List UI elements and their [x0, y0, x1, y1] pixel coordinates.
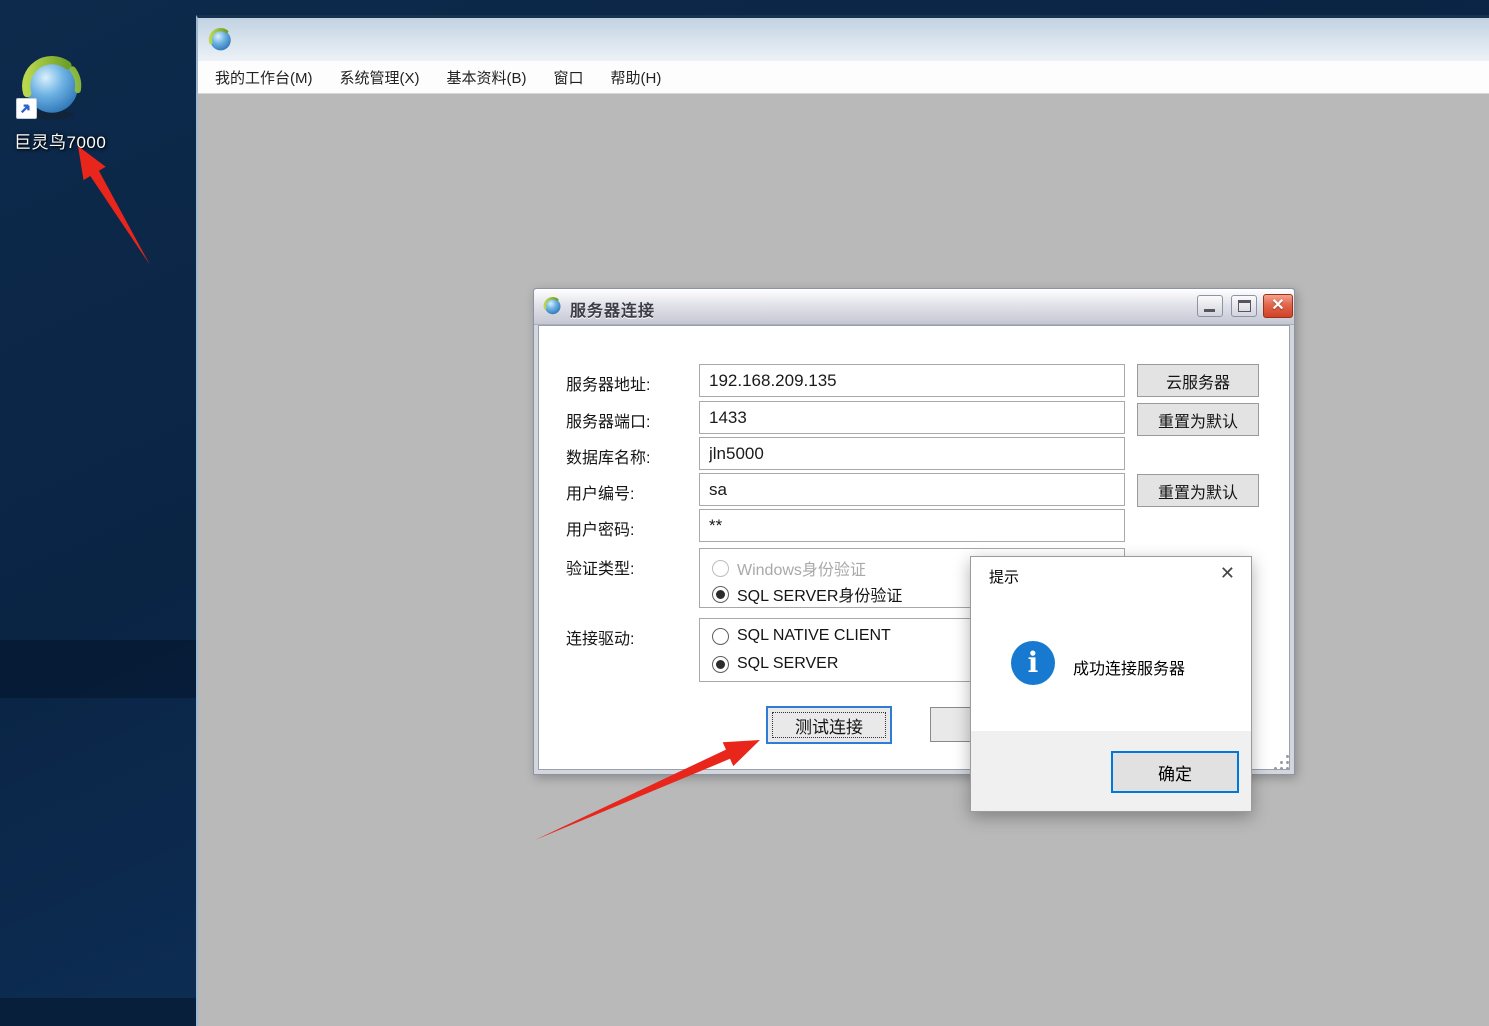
server-port-input[interactable]: [699, 401, 1125, 434]
auth-type-label: 验证类型:: [566, 555, 634, 579]
close-button[interactable]: ✕: [1263, 294, 1293, 318]
driver-label: 连接驱动:: [566, 625, 634, 649]
reset-default-button-top[interactable]: 重置为默认: [1137, 403, 1259, 436]
wallpaper-shade-band: [0, 640, 196, 698]
radio-windows-auth-label: Windows身份验证: [737, 556, 866, 580]
radio-selected-icon: [712, 586, 729, 603]
user-password-input[interactable]: [699, 509, 1125, 542]
desktop-icon-julingniao7000[interactable]: 巨灵鸟7000: [14, 56, 130, 153]
user-id-label: 用户编号:: [566, 480, 634, 504]
radio-circle-icon: [712, 560, 729, 577]
menu-item-my-workbench[interactable]: 我的工作台(M): [215, 67, 313, 88]
test-connection-button[interactable]: 测试连接: [766, 706, 892, 744]
close-icon: ✕: [1271, 297, 1284, 314]
dialog-logo-icon: [543, 297, 563, 317]
dialog-titlebar[interactable]: 服务器连接 ✕: [534, 289, 1294, 325]
maximize-button[interactable]: [1231, 295, 1257, 317]
minimize-button[interactable]: [1197, 295, 1223, 317]
app-menubar: 我的工作台(M) 系统管理(X) 基本资料(B) 窗口 帮助(H): [198, 61, 1489, 94]
menu-item-system-management[interactable]: 系统管理(X): [340, 67, 420, 88]
maximize-icon: [1238, 300, 1251, 312]
user-id-input[interactable]: [699, 473, 1125, 506]
info-icon: i: [1011, 641, 1055, 685]
menu-item-basic-data[interactable]: 基本资料(B): [447, 67, 527, 88]
shortcut-arrow-icon: [16, 98, 37, 119]
cloud-server-button[interactable]: 云服务器: [1137, 364, 1259, 397]
wallpaper-shade-band: [0, 998, 196, 1026]
resize-grip[interactable]: [1274, 755, 1290, 771]
message-box-title: 提示: [989, 566, 1019, 587]
radio-sqlserver-auth-label: SQL SERVER身份验证: [737, 582, 902, 606]
radio-sqlserver-auth[interactable]: SQL SERVER身份验证: [712, 582, 902, 606]
minimize-icon: [1204, 309, 1215, 312]
menu-item-window[interactable]: 窗口: [554, 67, 584, 88]
reset-default-button-user[interactable]: 重置为默认: [1137, 474, 1259, 507]
user-password-label: 用户密码:: [566, 516, 634, 540]
server-address-input[interactable]: [699, 364, 1125, 397]
radio-sql-server-label: SQL SERVER: [737, 655, 838, 673]
server-port-label: 服务器端口:: [566, 408, 650, 432]
radio-sql-native-client[interactable]: SQL NATIVE CLIENT: [712, 627, 891, 645]
radio-selected-icon: [712, 656, 729, 673]
message-box-text: 成功连接服务器: [1073, 655, 1185, 679]
message-box: 提示 ✕ i 成功连接服务器 确定: [970, 556, 1252, 812]
radio-sql-server[interactable]: SQL SERVER: [712, 655, 838, 673]
menu-item-help[interactable]: 帮助(H): [611, 67, 662, 88]
database-name-input[interactable]: [699, 437, 1125, 470]
ok-button[interactable]: 确定: [1111, 751, 1239, 793]
radio-windows-auth: Windows身份验证: [712, 556, 866, 580]
desktop-icon-label: 巨灵鸟7000: [14, 128, 130, 153]
radio-circle-icon: [712, 628, 729, 645]
database-name-label: 数据库名称:: [566, 444, 650, 468]
screen: 巨灵鸟7000 我的工作台(M) 系统管理(X) 基本资料(B) 窗口 帮助(H…: [0, 0, 1489, 1026]
dialog-title: 服务器连接: [570, 297, 655, 321]
app-titlebar[interactable]: [198, 18, 1489, 61]
app-logo-icon: [208, 28, 234, 54]
radio-sql-native-client-label: SQL NATIVE CLIENT: [737, 627, 891, 645]
message-box-close-icon[interactable]: ✕: [1214, 561, 1241, 586]
server-address-label: 服务器地址:: [566, 371, 650, 395]
